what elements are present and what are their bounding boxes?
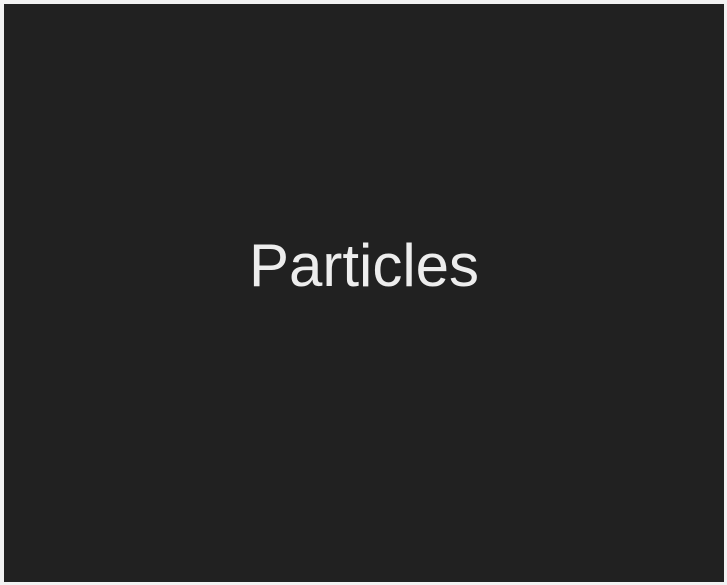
scene-canvas[interactable]: Particles [4, 4, 724, 582]
window-frame: Particles [0, 0, 727, 585]
scene-title: Particles [248, 232, 480, 299]
